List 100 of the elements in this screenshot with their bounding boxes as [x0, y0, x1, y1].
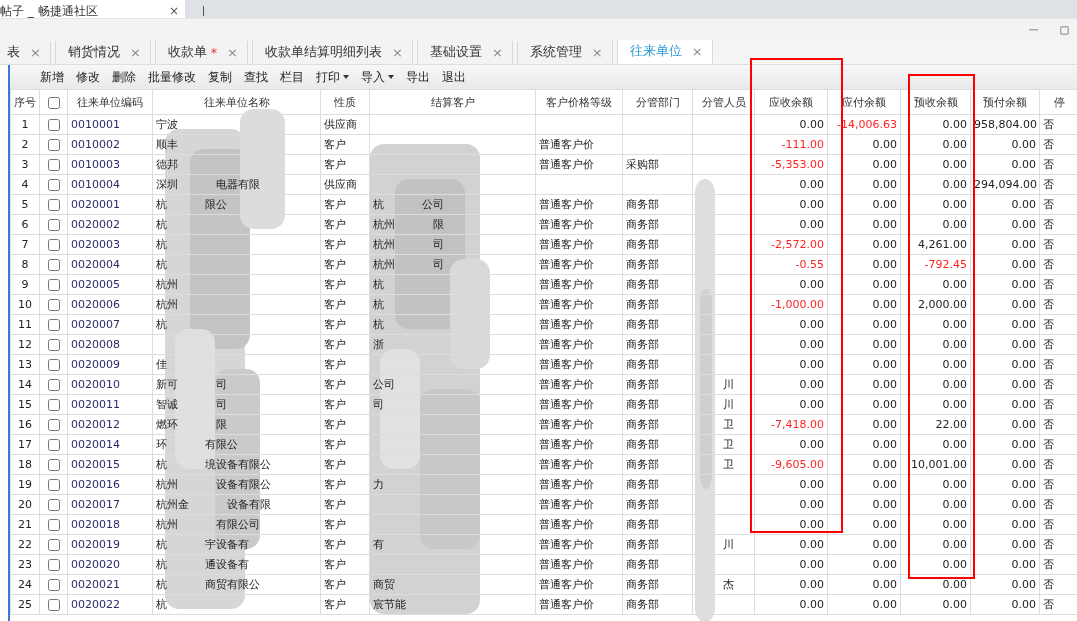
tab[interactable]: 收款单 * ×: [154, 41, 248, 64]
table-cell: 0.00: [827, 554, 901, 575]
row-checkbox[interactable]: [47, 579, 60, 591]
table-cell: 0020017: [67, 494, 153, 515]
table-cell: 22.00: [900, 414, 971, 435]
close-icon[interactable]: ×: [168, 4, 179, 18]
table-cell: 普通客户价: [535, 594, 623, 615]
column-header[interactable]: 结算客户: [369, 89, 536, 115]
column-header[interactable]: 往来单位编码: [67, 89, 153, 115]
table-cell: 客户: [320, 294, 370, 315]
toolbar-button[interactable]: 复制: [202, 68, 238, 86]
toolbar-button[interactable]: 导出: [400, 68, 436, 86]
table-cell: 客户: [320, 474, 370, 495]
table-cell: 杭: [156, 317, 167, 332]
table-cell: 0020014: [67, 434, 153, 455]
column-header[interactable]: 序号: [10, 89, 40, 115]
column-header[interactable]: 预收余额: [900, 89, 971, 115]
table-cell: 川: [723, 537, 734, 552]
row-checkbox[interactable]: [47, 539, 60, 551]
row-checkbox[interactable]: [47, 519, 60, 531]
column-header[interactable]: 客户价格等级: [535, 89, 623, 115]
table-cell: 杭: [156, 237, 167, 252]
table-cell: 宸节能: [373, 597, 406, 612]
row-checkbox[interactable]: [47, 219, 60, 231]
table-cell: 顺丰: [156, 137, 178, 152]
table-cell: 0.00: [827, 494, 901, 515]
table-cell: 杭: [156, 197, 167, 212]
toolbar-button[interactable]: 打印: [310, 68, 355, 86]
table-cell: 商务部: [622, 574, 693, 595]
table-cell: 0.00: [970, 234, 1040, 255]
table-cell: 商务部: [622, 374, 693, 395]
row-checkbox[interactable]: [47, 259, 60, 271]
row-checkbox[interactable]: [47, 459, 60, 471]
tab[interactable]: 往来单位 ×: [616, 40, 713, 64]
row-checkbox[interactable]: [47, 379, 60, 391]
toolbar-button[interactable]: 修改: [70, 68, 106, 86]
table-cell: 客户: [320, 434, 370, 455]
column-header[interactable]: 应收余额: [754, 89, 828, 115]
toolbar-button[interactable]: 批量修改: [142, 68, 202, 86]
column-header[interactable]: 分管部门: [622, 89, 693, 115]
toolbar-button[interactable]: 查找: [238, 68, 274, 86]
table-cell: 杭: [156, 577, 167, 592]
table-cell: 0020021: [67, 574, 153, 595]
column-header[interactable]: 分管人员: [692, 89, 755, 115]
table-cell: 普通客户价: [535, 394, 623, 415]
toolbar-button[interactable]: 导入: [355, 68, 400, 86]
toolbar-button[interactable]: 新增: [34, 68, 70, 86]
table-cell: -7,418.00: [754, 414, 828, 435]
table-cell: 有限公司: [216, 517, 260, 532]
row-checkbox[interactable]: [47, 599, 60, 611]
row-checkbox[interactable]: [47, 559, 60, 571]
row-checkbox[interactable]: [47, 199, 60, 211]
row-checkbox[interactable]: [47, 159, 60, 171]
table-cell: 杭: [156, 597, 167, 612]
table-cell: 公司: [422, 197, 444, 212]
column-header[interactable]: 预付余额: [970, 89, 1040, 115]
table-cell: 0020011: [67, 394, 153, 415]
table-cell: 德邦: [156, 157, 178, 172]
row-checkbox[interactable]: [47, 139, 60, 151]
tab[interactable]: 销货情况 ×: [54, 41, 151, 64]
table-cell: 普通客户价: [535, 454, 623, 475]
close-icon[interactable]: ×: [691, 44, 703, 59]
table-cell: 普通客户价: [535, 134, 623, 155]
row-checkbox[interactable]: [47, 439, 60, 451]
tab[interactable]: 基础设置 ×: [416, 41, 513, 64]
row-checkbox[interactable]: [47, 119, 60, 131]
column-header[interactable]: 性质: [320, 89, 370, 115]
select-all-checkbox[interactable]: [47, 96, 60, 109]
table-cell: 商贸有限公: [205, 577, 260, 592]
row-checkbox[interactable]: [47, 419, 60, 431]
row-checkbox[interactable]: [47, 239, 60, 251]
toolbar-button[interactable]: 退出: [436, 68, 472, 86]
table-cell: 0020022: [67, 594, 153, 615]
toolbar-button[interactable]: 栏目: [274, 68, 310, 86]
table-cell: 通设备有: [205, 557, 249, 572]
table-cell: 杭州金: [156, 497, 189, 512]
table-cell: 电器有限: [216, 177, 260, 192]
row-checkbox[interactable]: [47, 479, 60, 491]
row-checkbox[interactable]: [47, 339, 60, 351]
column-header[interactable]: 停: [1039, 89, 1077, 115]
toolbar-button[interactable]: 删除: [106, 68, 142, 86]
column-header[interactable]: 往来单位名称: [152, 89, 321, 115]
column-header[interactable]: 应付余额: [827, 89, 901, 115]
row-checkbox[interactable]: [47, 279, 60, 291]
row-checkbox[interactable]: [47, 319, 60, 331]
table-cell: 0.00: [900, 114, 971, 135]
table-cell: 客户: [320, 354, 370, 375]
tab[interactable]: 系统管理 ×: [516, 41, 613, 64]
table-cell: 0020007: [67, 314, 153, 335]
table-cell: 限: [433, 217, 444, 232]
row-checkbox[interactable]: [47, 179, 60, 191]
row-checkbox[interactable]: [47, 299, 60, 311]
table-cell: 0010004: [67, 174, 153, 195]
table-cell: 0.00: [900, 434, 971, 455]
row-checkbox[interactable]: [47, 399, 60, 411]
row-checkbox[interactable]: [47, 359, 60, 371]
table-cell: 0.00: [900, 154, 971, 175]
table-cell: 宁波: [156, 117, 178, 132]
row-checkbox[interactable]: [47, 499, 60, 511]
tab[interactable]: 收款单结算明细列表 ×: [251, 41, 413, 64]
